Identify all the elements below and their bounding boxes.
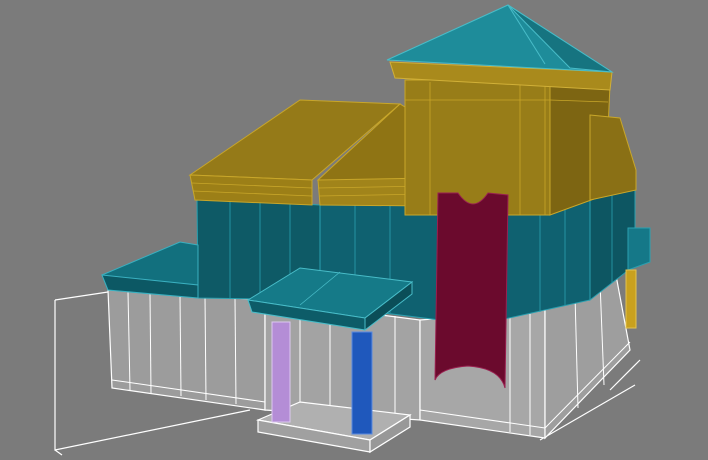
left-awning xyxy=(101,241,199,299)
scene-canvas[interactable] xyxy=(0,0,708,460)
banner-maroon xyxy=(434,192,509,389)
right-post xyxy=(625,269,637,329)
left-column xyxy=(271,321,291,423)
right-column xyxy=(351,331,373,435)
pyramid-roof-teal xyxy=(386,4,614,73)
tower-yellow xyxy=(389,61,637,216)
3d-viewport[interactable] xyxy=(0,0,708,460)
